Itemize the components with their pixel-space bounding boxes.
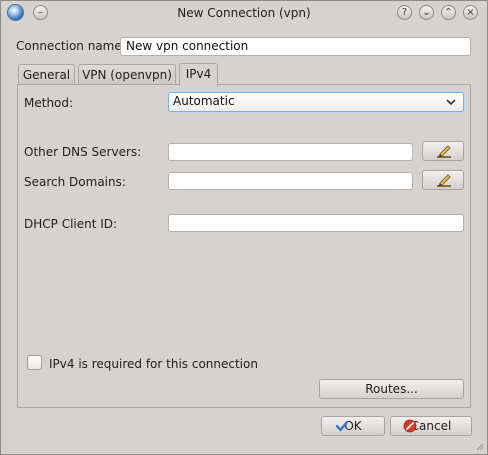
title-bar[interactable]: – New Connection (vpn) ? ⌄ ⌃ × — [1, 1, 487, 25]
tab-vpn-openvpn[interactable]: VPN (openvpn) — [78, 64, 176, 86]
ipv4-required-label[interactable]: IPv4 is required for this connection — [49, 357, 258, 371]
edit-dns-servers-button[interactable] — [422, 141, 464, 161]
edit-search-domains-button[interactable] — [422, 170, 464, 190]
minimize-button[interactable]: ⌄ — [419, 5, 434, 20]
method-label: Method: — [24, 96, 74, 110]
dns-servers-input[interactable] — [168, 143, 413, 161]
cancel-button[interactable]: Cancel — [390, 416, 472, 436]
window-title: New Connection (vpn) — [177, 6, 311, 20]
search-domains-input[interactable] — [168, 172, 413, 190]
pencil-edit-icon — [437, 145, 451, 158]
cancel-circle-icon — [403, 419, 417, 433]
dhcp-client-id-input[interactable] — [168, 214, 464, 232]
tab-ipv4[interactable]: IPv4 — [179, 63, 218, 86]
help-button[interactable]: ? — [397, 5, 412, 20]
maximize-button[interactable]: ⌃ — [441, 5, 456, 20]
ipv4-required-checkbox[interactable] — [27, 355, 42, 370]
method-select-value: Automatic — [173, 94, 235, 108]
connection-name-input[interactable]: New vpn connection — [120, 37, 471, 56]
tab-general[interactable]: General — [18, 64, 75, 86]
close-button[interactable]: × — [463, 5, 478, 20]
method-select[interactable]: Automatic — [168, 92, 464, 112]
routes-button[interactable]: Routes... — [319, 379, 464, 399]
search-domains-label: Search Domains: — [24, 175, 126, 189]
dhcp-client-id-label: DHCP Client ID: — [24, 217, 118, 231]
ok-button[interactable]: OK — [321, 416, 385, 436]
dns-servers-label: Other DNS Servers: — [24, 145, 142, 159]
resize-grip-icon[interactable] — [474, 441, 484, 451]
connection-name-label: Connection name: — [16, 39, 126, 53]
chevron-down-icon — [446, 99, 456, 106]
checkmark-icon — [335, 420, 349, 432]
connection-dialog: – New Connection (vpn) ? ⌄ ⌃ × Connectio… — [0, 0, 488, 455]
pencil-edit-icon — [437, 174, 451, 187]
